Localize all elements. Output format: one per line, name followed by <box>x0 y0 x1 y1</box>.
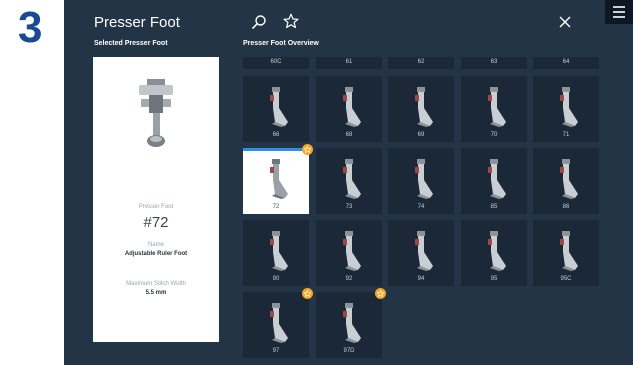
presser-foot-image <box>415 159 433 199</box>
step-number: 3 <box>18 3 43 52</box>
presser-foot-screen: Presser Foot Selected Presser Foot Press… <box>64 0 633 365</box>
favorite-star-icon <box>302 144 313 155</box>
presser-foot-caption: Presser Foot <box>138 204 174 210</box>
presser-foot-image <box>343 159 361 199</box>
presser-foot-image <box>488 87 506 127</box>
presser-foot-label: 66 <box>272 132 280 138</box>
presser-foot-tile[interactable]: 60C <box>243 57 309 69</box>
presser-foot-label: 73 <box>345 204 353 210</box>
favorite-star-icon <box>375 288 386 299</box>
presser-foot-image <box>488 159 506 199</box>
presser-foot-image <box>270 159 288 199</box>
selected-section-label: Selected Presser Foot <box>94 40 168 47</box>
presser-foot-tile[interactable]: 95C <box>533 220 599 286</box>
selected-foot-image <box>139 79 173 147</box>
selected-foot-card: Presser Foot #72 Name Adjustable Ruler F… <box>93 57 219 342</box>
presser-foot-label: 64 <box>562 59 570 65</box>
presser-foot-tile[interactable]: 69 <box>388 76 454 142</box>
presser-foot-label: 97 <box>272 348 280 354</box>
presser-foot-image <box>343 87 361 127</box>
presser-foot-image <box>343 231 361 271</box>
presser-foot-tile[interactable]: 64 <box>533 57 599 69</box>
presser-foot-tile[interactable]: 71 <box>533 76 599 142</box>
presser-foot-label: 95C <box>560 276 572 282</box>
presser-foot-tile[interactable]: 68 <box>316 76 382 142</box>
presser-foot-tile[interactable]: 92 <box>316 220 382 286</box>
presser-foot-label: 90 <box>272 276 280 282</box>
presser-foot-image <box>560 87 578 127</box>
app-title: Presser Foot <box>94 14 180 31</box>
presser-foot-image <box>560 231 578 271</box>
presser-foot-tile[interactable]: 94 <box>388 220 454 286</box>
presser-foot-image <box>270 87 288 127</box>
presser-foot-label: 60C <box>270 59 282 65</box>
presser-foot-label: 97D <box>343 348 355 354</box>
presser-foot-label: 61 <box>345 59 353 65</box>
presser-foot-label: 70 <box>490 132 498 138</box>
presser-foot-tile[interactable]: 74 <box>388 148 454 214</box>
presser-foot-tile[interactable]: 62 <box>388 57 454 69</box>
presser-foot-image <box>270 231 288 271</box>
presser-foot-tile[interactable]: 85 <box>461 148 527 214</box>
presser-foot-image <box>415 231 433 271</box>
presser-foot-label: 92 <box>345 276 353 282</box>
menu-icon[interactable] <box>605 0 633 24</box>
presser-foot-label: 62 <box>417 59 425 65</box>
name-caption: Name <box>147 242 164 248</box>
presser-foot-tile[interactable]: 86 <box>533 148 599 214</box>
presser-foot-label: 94 <box>417 276 425 282</box>
presser-foot-image <box>343 303 361 343</box>
stitch-width-value: 5.5 mm <box>145 290 167 296</box>
presser-foot-label: 74 <box>417 204 425 210</box>
stitch-width-caption: Maximum Stitch Width <box>126 281 186 287</box>
presser-foot-label: 68 <box>345 132 353 138</box>
presser-foot-image <box>415 87 433 127</box>
presser-foot-label: 95 <box>490 276 498 282</box>
foot-name: Adjustable Ruler Foot <box>124 251 188 257</box>
presser-foot-tile[interactable]: 66 <box>243 76 309 142</box>
presser-foot-tile[interactable]: 61 <box>316 57 382 69</box>
presser-foot-label: 71 <box>562 132 570 138</box>
presser-foot-grid: 60C 61 62 63 64 66 68 69 70 71 72 73 74 85 86 90 92 94 95 9… <box>243 0 601 365</box>
presser-foot-tile[interactable]: 70 <box>461 76 527 142</box>
presser-foot-label: 69 <box>417 132 425 138</box>
presser-foot-tile[interactable]: 97 <box>243 288 313 358</box>
presser-foot-label: 72 <box>272 204 280 210</box>
favorite-star-icon <box>302 288 313 299</box>
presser-foot-tile[interactable]: 73 <box>316 148 382 214</box>
presser-foot-tile[interactable]: 90 <box>243 220 309 286</box>
presser-foot-label: 86 <box>562 204 570 210</box>
presser-foot-image <box>560 159 578 199</box>
presser-foot-label: 63 <box>490 59 498 65</box>
presser-foot-tile[interactable]: 97D <box>316 288 386 358</box>
presser-foot-tile[interactable]: 63 <box>461 57 527 69</box>
presser-foot-tile[interactable]: 72 <box>243 144 313 214</box>
presser-foot-label: 85 <box>490 204 498 210</box>
presser-foot-number: #72 <box>143 214 169 231</box>
presser-foot-image <box>270 303 288 343</box>
presser-foot-image <box>488 231 506 271</box>
presser-foot-tile[interactable]: 95 <box>461 220 527 286</box>
